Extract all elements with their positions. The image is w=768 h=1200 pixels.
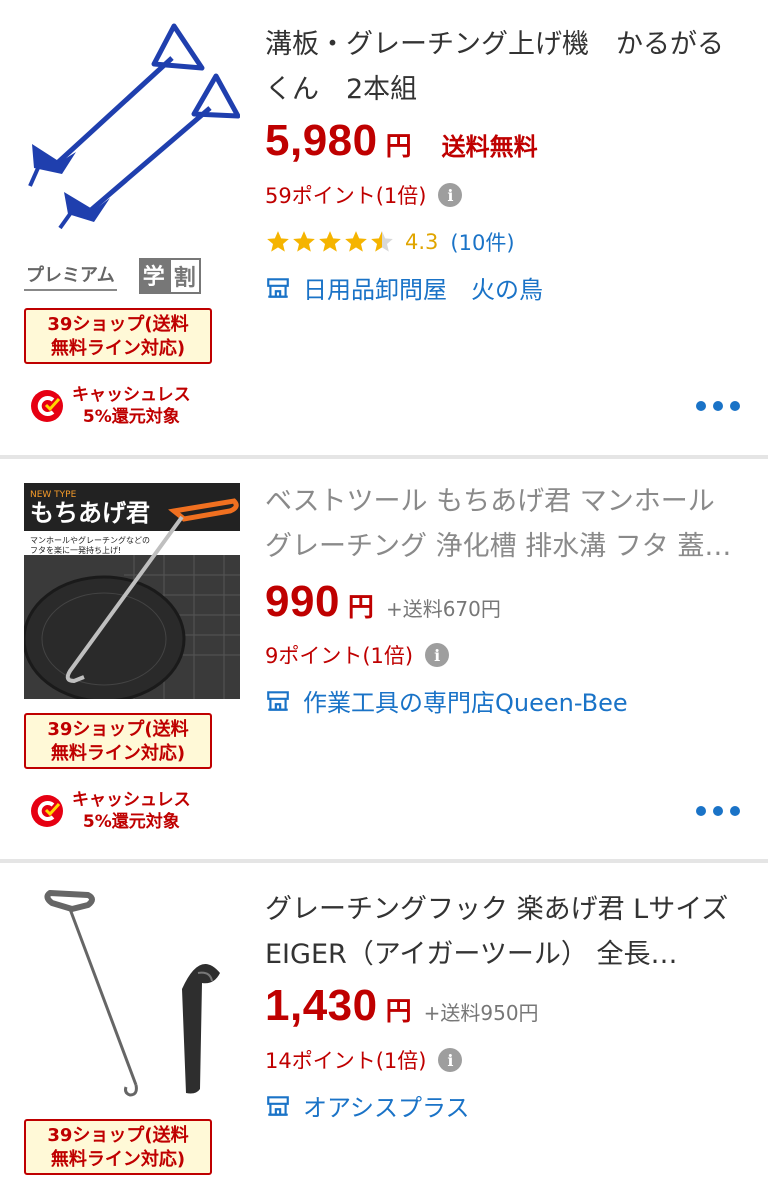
info-icon[interactable]: i xyxy=(425,643,450,667)
star-full-icon xyxy=(345,231,367,252)
price: 990 xyxy=(265,577,340,626)
rating-stars xyxy=(265,229,395,255)
shop-name[interactable]: 作業工具の専門店Queen-Bee xyxy=(303,683,628,718)
shop39-line-1: 39ショップ(送料 xyxy=(47,1125,189,1146)
cashless-line-1: キャッシュレス xyxy=(72,790,191,810)
product-title[interactable]: 溝板・グレーチング上げ機 かるがるくん 2本組 xyxy=(265,22,744,112)
cashless-line-2: 5%還元対象 xyxy=(82,812,180,832)
yen-label: 円 xyxy=(385,997,412,1027)
product-item-3[interactable]: グレーチングフック 楽あげ君 Lサイズ EIGER（アイガーツール） 全長… 1… xyxy=(0,863,768,1200)
shop-name[interactable]: 日用品卸問屋 火の鳥 xyxy=(303,270,543,305)
cashless-line-2: 5%還元対象 xyxy=(82,407,180,427)
gakuwari-char-2: 割 xyxy=(168,258,201,294)
points-text: 14ポイント(1倍) xyxy=(265,1049,427,1073)
product-image[interactable]: NEW TYPE もちあげ君 マンホールやグレーチングなどの フタを楽に一発持ち… xyxy=(24,483,240,699)
premium-badge: プレミアム xyxy=(24,261,117,291)
review-count-link[interactable]: (10件) xyxy=(450,227,514,257)
image-brand-text: もちあげ君 xyxy=(30,499,150,527)
shop-name[interactable]: オアシスプラス xyxy=(303,1088,470,1123)
shop-link[interactable]: オアシスプラス xyxy=(265,1088,470,1123)
shipping-fee: +送料670円 xyxy=(385,597,501,621)
product-image[interactable] xyxy=(24,16,240,232)
price-row: 5,980 円 送料無料 xyxy=(265,116,538,166)
cashless-icon xyxy=(31,795,63,827)
shop39-line-2: 無料ライン対応) xyxy=(50,338,186,359)
price-row: 1,430 円 +送料950円 xyxy=(265,981,539,1031)
student-discount-badge: 学 割 xyxy=(138,258,201,294)
product-title[interactable]: ベストツール もちあげ君 マンホール グレーチング 浄化槽 排水溝 フタ 蓋… xyxy=(265,479,744,569)
points-row: 14ポイント(1倍) i xyxy=(265,1045,463,1075)
shop-icon xyxy=(267,1095,289,1116)
price: 1,430 xyxy=(265,981,378,1030)
shop-link[interactable]: 日用品卸問屋 火の鳥 xyxy=(265,270,543,305)
cashless-badge: キャッシュレス 5%還元対象 xyxy=(30,384,191,428)
price: 5,980 xyxy=(265,116,378,165)
star-full-icon xyxy=(267,231,289,252)
badge-row: プレミアム 学 割 xyxy=(24,258,201,294)
points-row: 9ポイント(1倍) i xyxy=(265,640,450,670)
shop-icon xyxy=(267,690,289,711)
more-options-icon[interactable] xyxy=(696,401,740,411)
shop39-line-2: 無料ライン対応) xyxy=(50,743,186,764)
image-caption-text: マンホールやグレーチングなどの xyxy=(30,535,150,545)
image-caption2-text: フタを楽に一発持ち上げ! xyxy=(30,545,121,555)
shop-link[interactable]: 作業工具の専門店Queen-Bee xyxy=(265,683,628,718)
rating-score: 4.3 xyxy=(405,230,439,254)
shop39-line-2: 無料ライン対応) xyxy=(50,1149,186,1170)
product-title[interactable]: グレーチングフック 楽あげ君 Lサイズ EIGER（アイガーツール） 全長… xyxy=(265,887,744,977)
info-icon[interactable]: i xyxy=(438,183,463,207)
shop39-line-1: 39ショップ(送料 xyxy=(47,719,189,740)
star-full-icon xyxy=(293,231,315,252)
product-image[interactable] xyxy=(24,889,240,1105)
star-full-icon xyxy=(319,231,341,252)
star-half-icon xyxy=(371,231,393,252)
product-item-1[interactable]: 溝板・グレーチング上げ機 かるがるくん 2本組 5,980 円 送料無料 59ポ… xyxy=(0,0,768,455)
product-item-2[interactable]: NEW TYPE もちあげ君 マンホールやグレーチングなどの フタを楽に一発持ち… xyxy=(0,459,768,859)
price-row: 990 円 +送料670円 xyxy=(265,577,501,627)
more-options-icon[interactable] xyxy=(696,806,740,816)
points-text: 9ポイント(1倍) xyxy=(265,644,414,668)
yen-label: 円 xyxy=(385,132,412,162)
shop-icon xyxy=(267,277,289,298)
shop39-badge: 39ショップ(送料 無料ライン対応) xyxy=(24,308,212,364)
shipping-fee: +送料950円 xyxy=(423,1001,539,1025)
gakuwari-char-1: 学 xyxy=(138,258,169,294)
points-text: 59ポイント(1倍) xyxy=(265,184,427,208)
shop39-badge: 39ショップ(送料 無料ライン対応) xyxy=(24,713,212,769)
free-shipping-label: 送料無料 xyxy=(441,133,538,161)
yen-label: 円 xyxy=(347,593,374,623)
cashless-icon xyxy=(31,390,63,422)
info-icon[interactable]: i xyxy=(438,1048,463,1072)
shop39-badge: 39ショップ(送料 無料ライン対応) xyxy=(24,1119,212,1175)
rating-row[interactable]: 4.3 (10件) xyxy=(265,227,515,257)
shop39-line-1: 39ショップ(送料 xyxy=(47,314,189,335)
cashless-line-1: キャッシュレス xyxy=(72,385,191,405)
cashless-badge: キャッシュレス 5%還元対象 xyxy=(30,789,191,833)
points-row: 59ポイント(1倍) i xyxy=(265,180,463,210)
